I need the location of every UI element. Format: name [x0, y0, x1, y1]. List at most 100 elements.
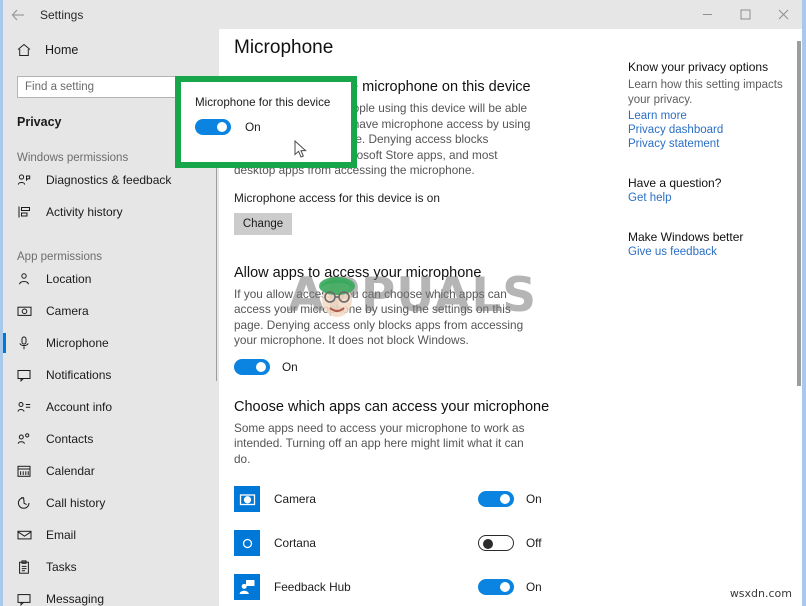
app-toggle-wrap[interactable]: Off: [478, 535, 542, 551]
apps-access-toggle[interactable]: [234, 358, 270, 375]
feedback-hub-app-icon: [234, 574, 260, 600]
home-icon: [17, 43, 41, 57]
sidebar-group-label-app-permissions: App permissions: [17, 251, 103, 263]
sidebar-item-tasks[interactable]: Tasks: [3, 551, 219, 583]
rail-block-privacy-options: Know your privacy options Learn how this…: [611, 60, 786, 150]
settings-window: Settings Home Privacy: [0, 0, 806, 606]
app-text: Feedback Hub: [274, 578, 351, 596]
sidebar-item-label: Contacts: [46, 432, 94, 446]
app-name: Feedback Hub: [274, 580, 351, 594]
title-bar: Settings: [3, 0, 802, 29]
microphone-device-toggle[interactable]: [195, 119, 231, 135]
sidebar-item-label: Location: [46, 272, 92, 286]
app-row-camera[interactable]: Camera On: [234, 477, 542, 521]
sidebar-item-call-history[interactable]: Call history: [3, 487, 219, 519]
sidebar-item-messaging[interactable]: Messaging: [3, 583, 219, 606]
location-icon: [17, 270, 37, 288]
app-name: Cortana: [274, 536, 316, 550]
choose-apps-heading: Choose which apps can access your microp…: [234, 398, 550, 415]
app-toggle-state: On: [526, 492, 542, 506]
email-icon: [17, 526, 37, 544]
microphone-icon: [17, 334, 37, 352]
apps-access-toggle-row[interactable]: On: [234, 358, 802, 375]
sidebar-item-camera[interactable]: Camera: [3, 295, 219, 327]
sidebar-item-calendar[interactable]: Calendar: [3, 455, 219, 487]
rail-heading: Know your privacy options: [628, 60, 769, 74]
sidebar-home-label: Home: [45, 43, 79, 57]
change-button[interactable]: Change: [234, 212, 292, 235]
calendar-icon: [17, 462, 37, 480]
sidebar-item-label: Microphone: [46, 336, 109, 350]
sidebar-item-label: Notifications: [46, 368, 112, 382]
rail-gap: [611, 150, 786, 176]
link-learn-more[interactable]: Learn more: [628, 110, 786, 122]
account-info-icon: [17, 398, 37, 416]
app-toggle-state: Off: [526, 536, 542, 550]
app-toggle-cortana[interactable]: [478, 535, 514, 551]
window-controls: [688, 0, 802, 29]
callout-toggle-state: On: [245, 120, 261, 134]
diagnostics-icon: [17, 171, 37, 189]
link-give-us-feedback[interactable]: Give us feedback: [628, 246, 786, 258]
page-title: Microphone: [234, 37, 334, 58]
tasks-icon: [17, 558, 37, 576]
sidebar-item-diagnostics-and-feedback[interactable]: Diagnostics & feedback: [3, 164, 219, 196]
app-row-feedback-hub[interactable]: Feedback Hub On: [234, 565, 542, 606]
site-watermark: wsxdn.com: [729, 587, 792, 600]
sidebar-item-label: Tasks: [46, 560, 77, 574]
link-privacy-dashboard[interactable]: Privacy dashboard: [628, 124, 786, 136]
sidebar-item-label: Messaging: [46, 592, 105, 606]
app-text: Cortana: [274, 534, 316, 552]
rail-gap: [611, 204, 786, 230]
app-toggle-camera[interactable]: [478, 491, 514, 507]
highlight-callout-microphone-device-toggle: Microphone for this device On: [175, 76, 357, 168]
sidebar-item-label: Activity history: [46, 205, 123, 219]
callout-label: Microphone for this device: [195, 96, 331, 109]
link-get-help[interactable]: Get help: [628, 192, 786, 204]
back-arrow-icon[interactable]: [3, 0, 33, 29]
sidebar-item-contacts[interactable]: Contacts: [3, 423, 219, 455]
window-title: Settings: [40, 7, 84, 22]
notifications-icon: [17, 366, 37, 384]
link-privacy-statement[interactable]: Privacy statement: [628, 138, 786, 150]
rail-body: Learn how this setting impacts your priv…: [628, 79, 783, 106]
close-icon[interactable]: [764, 0, 802, 29]
main-scrollbar-thumb[interactable]: [797, 41, 801, 386]
sidebar-item-home[interactable]: Home: [3, 33, 219, 67]
right-rail: Know your privacy options Learn how this…: [611, 60, 786, 258]
sidebar-item-label: Account info: [46, 400, 113, 414]
sidebar-item-notifications[interactable]: Notifications: [3, 359, 219, 391]
mouse-cursor: [294, 139, 308, 164]
maximize-icon[interactable]: [726, 0, 764, 29]
sidebar-item-label: Calendar: [46, 464, 95, 478]
apps-access-toggle-state: On: [282, 359, 298, 374]
sidebar-item-label: Diagnostics & feedback: [46, 173, 172, 187]
rail-heading: Make Windows better: [628, 230, 744, 244]
title-bar-left: Settings: [3, 0, 83, 29]
app-toggle-wrap[interactable]: On: [478, 579, 542, 595]
rail-heading: Have a question?: [628, 176, 722, 190]
cortana-app-icon: [234, 530, 260, 556]
apps-access-heading: Allow apps to access your microphone: [234, 264, 482, 281]
app-row-cortana[interactable]: Cortana Off: [234, 521, 542, 565]
minimize-icon[interactable]: [688, 0, 726, 29]
sidebar-item-account-info[interactable]: Account info: [3, 391, 219, 423]
sidebar-item-label: Call history: [46, 496, 106, 510]
sidebar-item-activity-history[interactable]: Activity history: [3, 196, 219, 228]
app-toggle-state: On: [526, 580, 542, 594]
activity-history-icon: [17, 203, 37, 221]
rail-block-make-windows-better: Make Windows better Give us feedback: [611, 230, 786, 258]
sidebar-item-location[interactable]: Location: [3, 263, 219, 295]
choose-apps-body: Some apps need to access your microphone…: [234, 420, 525, 466]
app-toggle-feedback-hub[interactable]: [478, 579, 514, 595]
call-history-icon: [17, 494, 37, 512]
contacts-icon: [17, 430, 37, 448]
sidebar-item-microphone[interactable]: Microphone: [3, 327, 219, 359]
app-name: Camera: [274, 492, 316, 506]
messaging-icon: [17, 590, 37, 606]
app-toggle-wrap[interactable]: On: [478, 491, 542, 507]
callout-toggle-row[interactable]: On: [195, 119, 351, 135]
apps-access-body: If you allow access, you can choose whic…: [234, 286, 524, 348]
sidebar-item-email[interactable]: Email: [3, 519, 219, 551]
sidebar-item-label: Email: [46, 528, 77, 542]
